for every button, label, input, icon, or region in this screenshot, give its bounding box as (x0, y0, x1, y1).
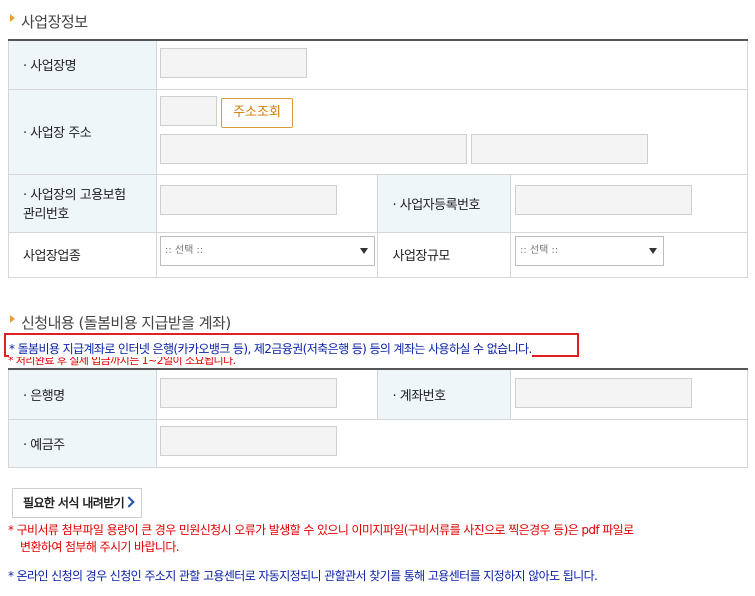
business-registration-label: · 사업자등록번호 (377, 173, 512, 233)
chevron-down-icon (649, 248, 657, 254)
business-name-input[interactable] (160, 48, 307, 78)
attachment-size-notice-cont: 변환하여 첨부해 주시기 바랍니다. (20, 540, 180, 554)
account-number-input[interactable] (515, 378, 692, 408)
postal-code-input[interactable] (160, 96, 217, 126)
section-title-business-info: 사업장정보 (10, 11, 88, 32)
business-registration-input[interactable] (515, 185, 692, 215)
download-forms-button[interactable]: 필요한 서식 내려받기 (12, 488, 142, 518)
address-detail-input[interactable] (471, 134, 648, 164)
address-search-button[interactable]: 주소조회 (221, 98, 293, 128)
bullet-marker-icon (10, 14, 15, 22)
chevron-down-icon (360, 248, 368, 254)
bank-name-input[interactable] (160, 378, 337, 408)
account-holder-input[interactable] (160, 426, 337, 456)
business-address-label: · 사업장 주소 (8, 88, 157, 175)
section-title-application: 신청내용 (돌봄비용 지급받을 계좌) (10, 312, 231, 333)
industry-select[interactable]: :: 선택 :: (160, 236, 375, 266)
employment-center-notice: * 온라인 신청의 경우 신청인 주소지 관할 고용센터로 자동지정되니 관할관… (8, 569, 598, 583)
bullet-marker-icon (10, 315, 15, 323)
chevron-right-icon (123, 496, 135, 508)
address-input[interactable] (160, 134, 467, 164)
industry-label: 사업장업종 (8, 231, 157, 278)
account-holder-label: · 예금주 (8, 418, 157, 468)
account-number-label: · 계좌번호 (377, 368, 512, 420)
business-size-select[interactable]: :: 선택 :: (515, 236, 664, 266)
business-name-label: · 사업장명 (8, 39, 157, 90)
employment-insurance-number-label: · 사업장의 고용보험 관리번호 (8, 173, 157, 233)
business-size-label: 사업장규모 (377, 231, 512, 278)
insurance-number-input[interactable] (160, 185, 337, 215)
account-restriction-notice: * 돌봄비용 지급계좌로 인터넷 은행(카카오뱅크 등), 제2금융권(저축은행… (9, 340, 532, 357)
bank-name-label: · 은행명 (8, 368, 157, 420)
attachment-size-notice: * 구비서류 첨부파일 용량이 큰 경우 민원신청시 오류가 발생할 수 있으니… (8, 523, 634, 537)
